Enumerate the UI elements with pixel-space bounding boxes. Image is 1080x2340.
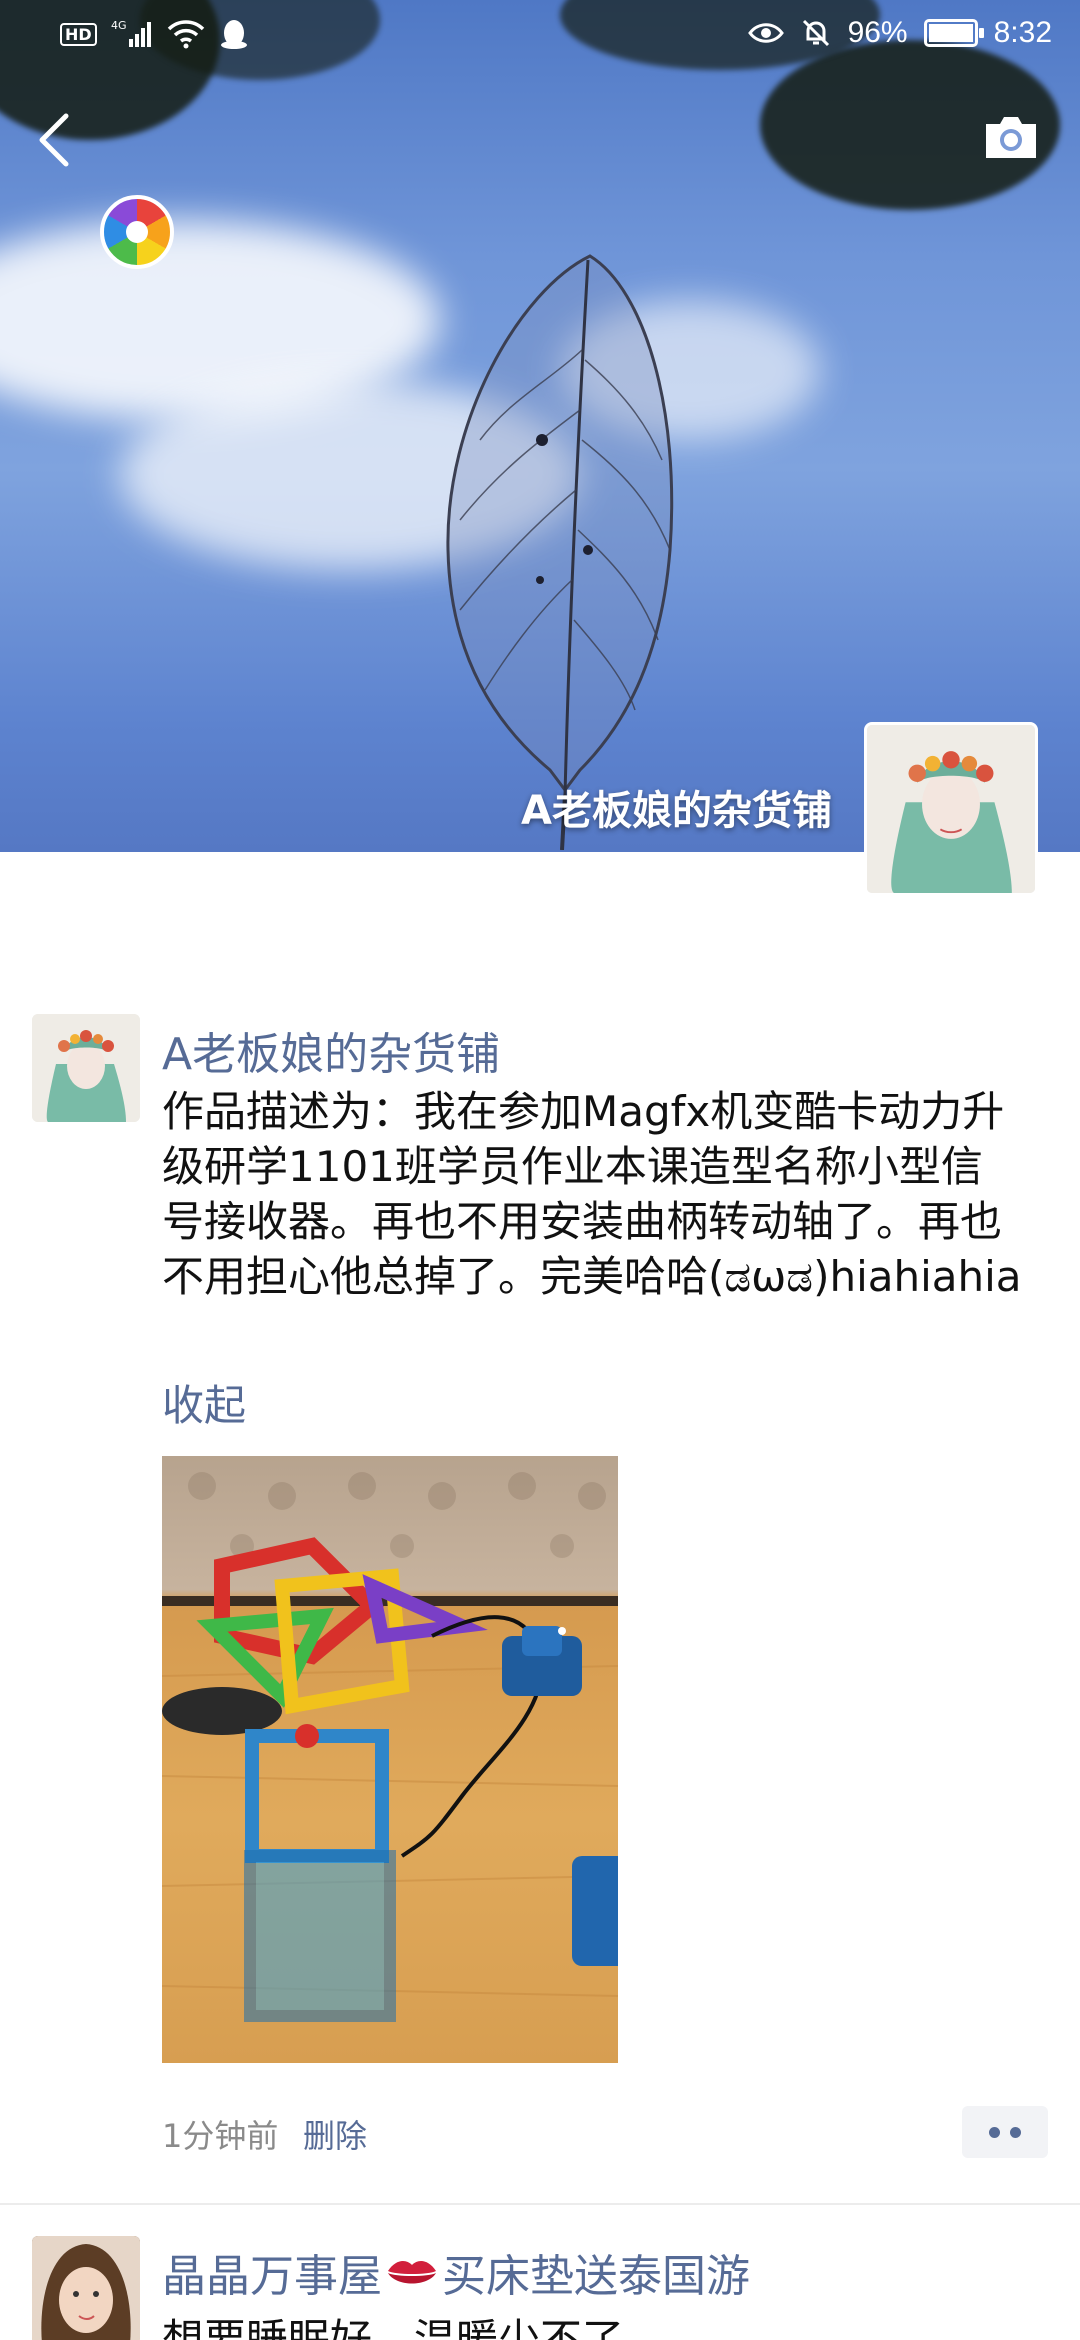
profile-avatar[interactable] [864, 722, 1038, 896]
post-divider [0, 2203, 1080, 2205]
svg-text:4G: 4G [111, 19, 127, 32]
kiss-mark-icon [388, 2261, 436, 2284]
post-photo[interactable] [162, 1456, 618, 2063]
more-actions-button[interactable] [962, 2106, 1048, 2158]
aperture-icon[interactable] [100, 195, 174, 269]
post-author-avatar[interactable] [32, 1014, 140, 1122]
battery-percent: 96% [847, 16, 908, 49]
post-text: 作品描述为：我在参加Magfx机变酷卡动力升级研学1101班学员作业本课造型名称… [162, 1087, 1022, 1301]
hd-voice-icon: HD [60, 22, 97, 46]
qq-penguin-icon [220, 20, 247, 49]
cover-user-name[interactable]: A老板娘的杂货铺 [521, 778, 832, 836]
clock: 8:32 [993, 16, 1052, 49]
delete-button[interactable]: 删除 [303, 2111, 367, 2157]
camera-icon[interactable] [982, 112, 1040, 162]
leaf-skeleton-image [446, 254, 674, 850]
wifi-icon [167, 20, 204, 49]
mute-bell-icon [802, 19, 829, 47]
post-time: 1分钟前 [162, 2117, 279, 2155]
collapse-link[interactable]: 收起 [162, 1372, 246, 1433]
avatar-photo [32, 2236, 140, 2340]
cellular-signal-icon: 4G [111, 19, 151, 47]
back-icon[interactable] [30, 110, 82, 170]
status-bar: HD 4G 96% 8:32 [0, 0, 1080, 72]
dot-icon [989, 2126, 1000, 2138]
magnetic-blocks-photo [162, 1472, 618, 2022]
eye-comfort-icon [747, 23, 784, 43]
next-author-name-part2: 买床垫送泰国游 [442, 2251, 750, 2302]
avatar-illustration [867, 725, 1035, 893]
avatar-illustration [32, 1014, 140, 1122]
dot-icon [1010, 2126, 1021, 2138]
post-author-name[interactable]: A老板娘的杂货铺 [162, 1018, 500, 1082]
next-author-name-part1: 晶晶万事屋 [162, 2251, 382, 2302]
next-post-author-avatar[interactable] [32, 2236, 140, 2340]
next-post-author-name[interactable]: 晶晶万事屋 买床垫送泰国游 [162, 2240, 750, 2304]
next-post-text: 想要睡眠好，温暖少不了 [162, 2315, 625, 2340]
battery-icon [923, 19, 984, 47]
